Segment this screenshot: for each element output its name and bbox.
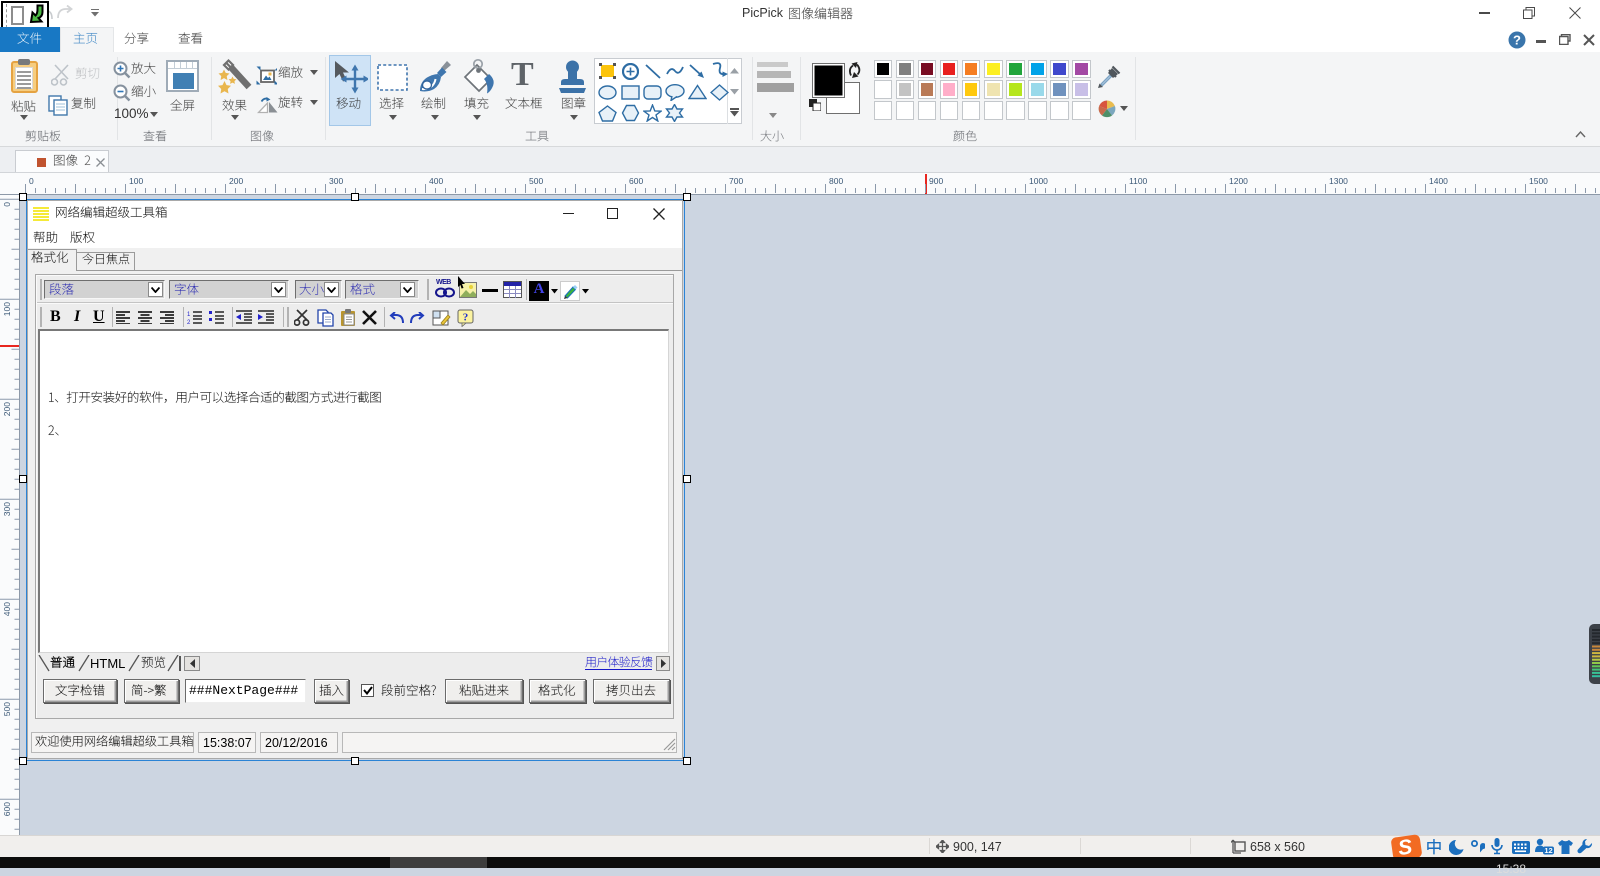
svg-text:12: 12 bbox=[1544, 846, 1552, 855]
svg-text:?: ? bbox=[1513, 33, 1521, 48]
